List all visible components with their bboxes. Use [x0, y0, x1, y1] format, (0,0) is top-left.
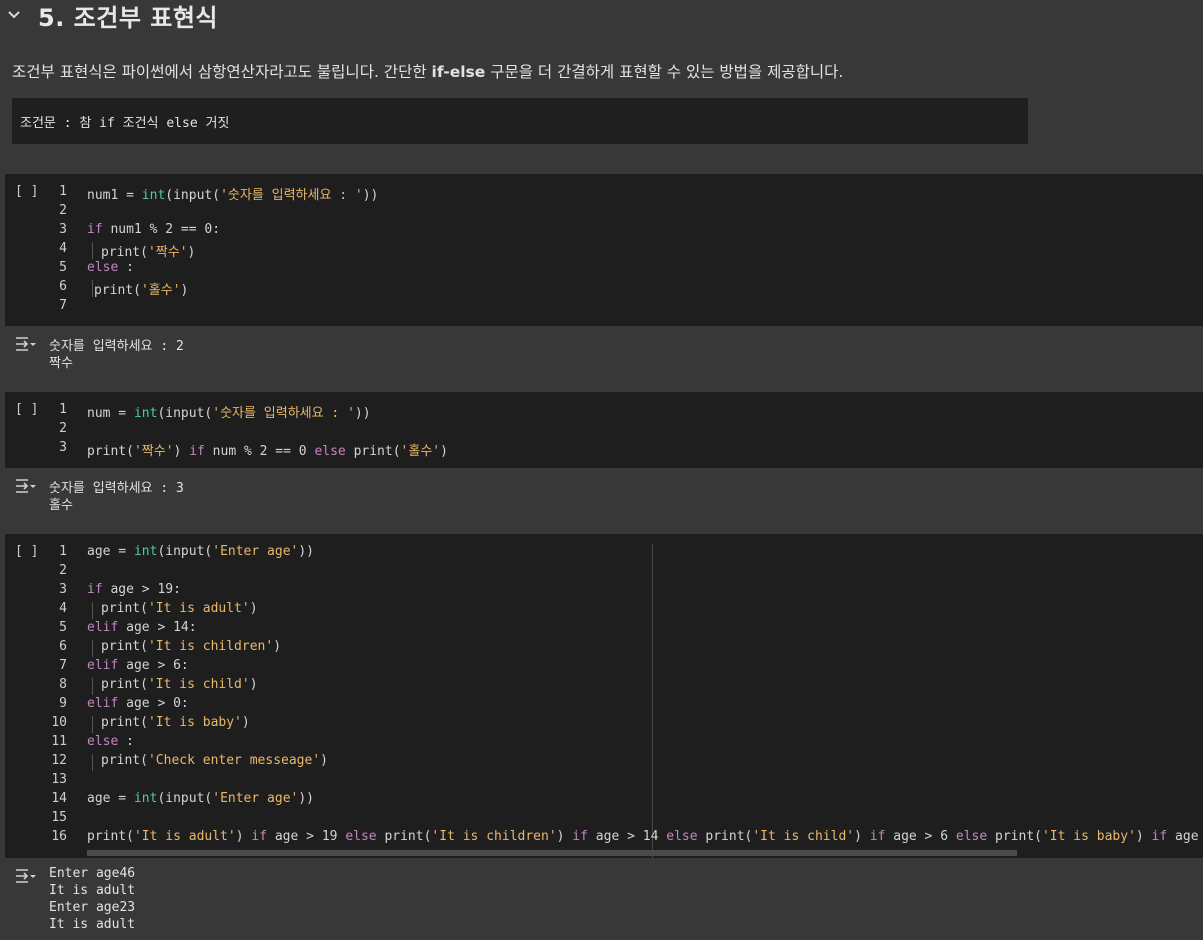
- line-number: 1: [59, 402, 67, 417]
- description-text-end: 구문을 더 간결하게 표현할 수 있는 방법을 제공합니다.: [485, 63, 844, 81]
- line-number: 14: [51, 791, 67, 806]
- cell-output-3: Enter age46 It is adult Enter age23 It i…: [5, 858, 1203, 940]
- output-line: Enter age46: [49, 866, 136, 881]
- output-line: It is adult: [49, 917, 136, 932]
- output-line: 짝수: [49, 356, 73, 371]
- indent-guide: [92, 716, 93, 733]
- output-toggle-icon[interactable]: [15, 478, 37, 494]
- code-line[interactable]: print('It is child'): [101, 677, 258, 692]
- syntax-code-block: 조건문 : 참 if 조건식 else 거짓: [12, 98, 1028, 144]
- line-number: 4: [59, 241, 67, 256]
- code-line[interactable]: age = int(input('Enter age')): [87, 544, 314, 559]
- code-line[interactable]: else :: [87, 260, 134, 275]
- line-number: 6: [59, 639, 67, 654]
- code-line[interactable]: print('It is baby'): [101, 715, 250, 730]
- code-line[interactable]: if age > 19:: [87, 582, 181, 597]
- cell-output-1: 숫자를 입력하세요 : 2 짝수: [5, 326, 1203, 388]
- line-number: 2: [59, 203, 67, 218]
- description-bold: if-else: [431, 63, 486, 81]
- line-number: 12: [51, 753, 67, 768]
- line-number: 8: [59, 677, 67, 692]
- indent-guide: [92, 678, 93, 695]
- output-toggle-icon[interactable]: [15, 336, 37, 352]
- indent-guide: [92, 242, 93, 259]
- code-line[interactable]: print('Check enter messeage'): [101, 753, 328, 768]
- line-number: 2: [59, 421, 67, 436]
- code-cell-3[interactable]: [ ] 1 age = int(input('Enter age')) 2 3 if…: [5, 534, 1203, 858]
- code-line[interactable]: print('홀수'): [94, 279, 188, 298]
- code-line[interactable]: else :: [87, 734, 134, 749]
- line-number: 3: [59, 222, 67, 237]
- code-line[interactable]: print('It is adult') if age > 19 else pr…: [87, 829, 1203, 844]
- horizontal-scrollbar[interactable]: [87, 850, 1017, 856]
- indent-guide: [92, 602, 93, 619]
- code-line[interactable]: age = int(input('Enter age')): [87, 791, 314, 806]
- line-number: 10: [51, 715, 67, 730]
- line-number: 7: [59, 658, 67, 673]
- output-line: It is adult: [49, 883, 136, 898]
- description-text: 조건부 표현식은 파이썬에서 삼항연산자라고도 불립니다. 간단한: [12, 63, 432, 81]
- chevron-down-icon[interactable]: [6, 7, 22, 23]
- line-number: 1: [59, 184, 67, 199]
- code-line[interactable]: if num1 % 2 == 0:: [87, 222, 220, 237]
- line-number: 3: [59, 582, 67, 597]
- section-description: 조건부 표현식은 파이썬에서 삼항연산자라고도 불립니다. 간단한 if-els…: [12, 60, 843, 82]
- code-line[interactable]: print('It is children'): [101, 639, 281, 654]
- line-number: 6: [59, 279, 67, 294]
- section-header: 5. 조건부 표현식: [0, 0, 1203, 34]
- line-number: 13: [51, 772, 67, 787]
- code-line[interactable]: elif age > 14:: [87, 620, 197, 635]
- code-line[interactable]: print('짝수'): [101, 241, 195, 260]
- cell-output-2: 숫자를 입력하세요 : 3 홀수: [5, 468, 1203, 530]
- line-number: 4: [59, 601, 67, 616]
- line-number: 7: [59, 298, 67, 313]
- line-number: 2: [59, 563, 67, 578]
- line-number: 3: [59, 440, 67, 455]
- output-toggle-icon[interactable]: [15, 868, 37, 884]
- indent-guide: [92, 754, 93, 771]
- indent-guide: [92, 280, 93, 297]
- line-number: 16: [51, 829, 67, 844]
- code-line[interactable]: num1 = int(input('숫자를 입력하세요 : ')): [87, 184, 378, 203]
- code-line[interactable]: print('짝수') if num % 2 == 0 else print('…: [87, 440, 448, 459]
- code-line[interactable]: num = int(input('숫자를 입력하세요 : ')): [87, 402, 371, 421]
- line-number: 5: [59, 260, 67, 275]
- line-number: 9: [59, 696, 67, 711]
- indent-guide: [92, 640, 93, 657]
- code-line[interactable]: elif age > 6:: [87, 658, 189, 673]
- code-line[interactable]: print('It is adult'): [101, 601, 258, 616]
- line-number: 11: [51, 734, 67, 749]
- code-line[interactable]: elif age > 0:: [87, 696, 189, 711]
- line-number: 5: [59, 620, 67, 635]
- code-cell-1[interactable]: [ ] 1 num1 = int(input('숫자를 입력하세요 : ')) 2…: [5, 174, 1203, 326]
- output-line: 홀수: [49, 498, 73, 513]
- section-title: 5. 조건부 표현식: [38, 4, 219, 32]
- code-cell-2[interactable]: [ ] 1 num = int(input('숫자를 입력하세요 : ')) 2 …: [5, 392, 1203, 468]
- line-number: 1: [59, 544, 67, 559]
- line-number: 15: [51, 810, 67, 825]
- syntax-text: 조건문 : 참 if 조건식 else 거짓: [20, 116, 230, 131]
- output-line: Enter age23: [49, 900, 136, 915]
